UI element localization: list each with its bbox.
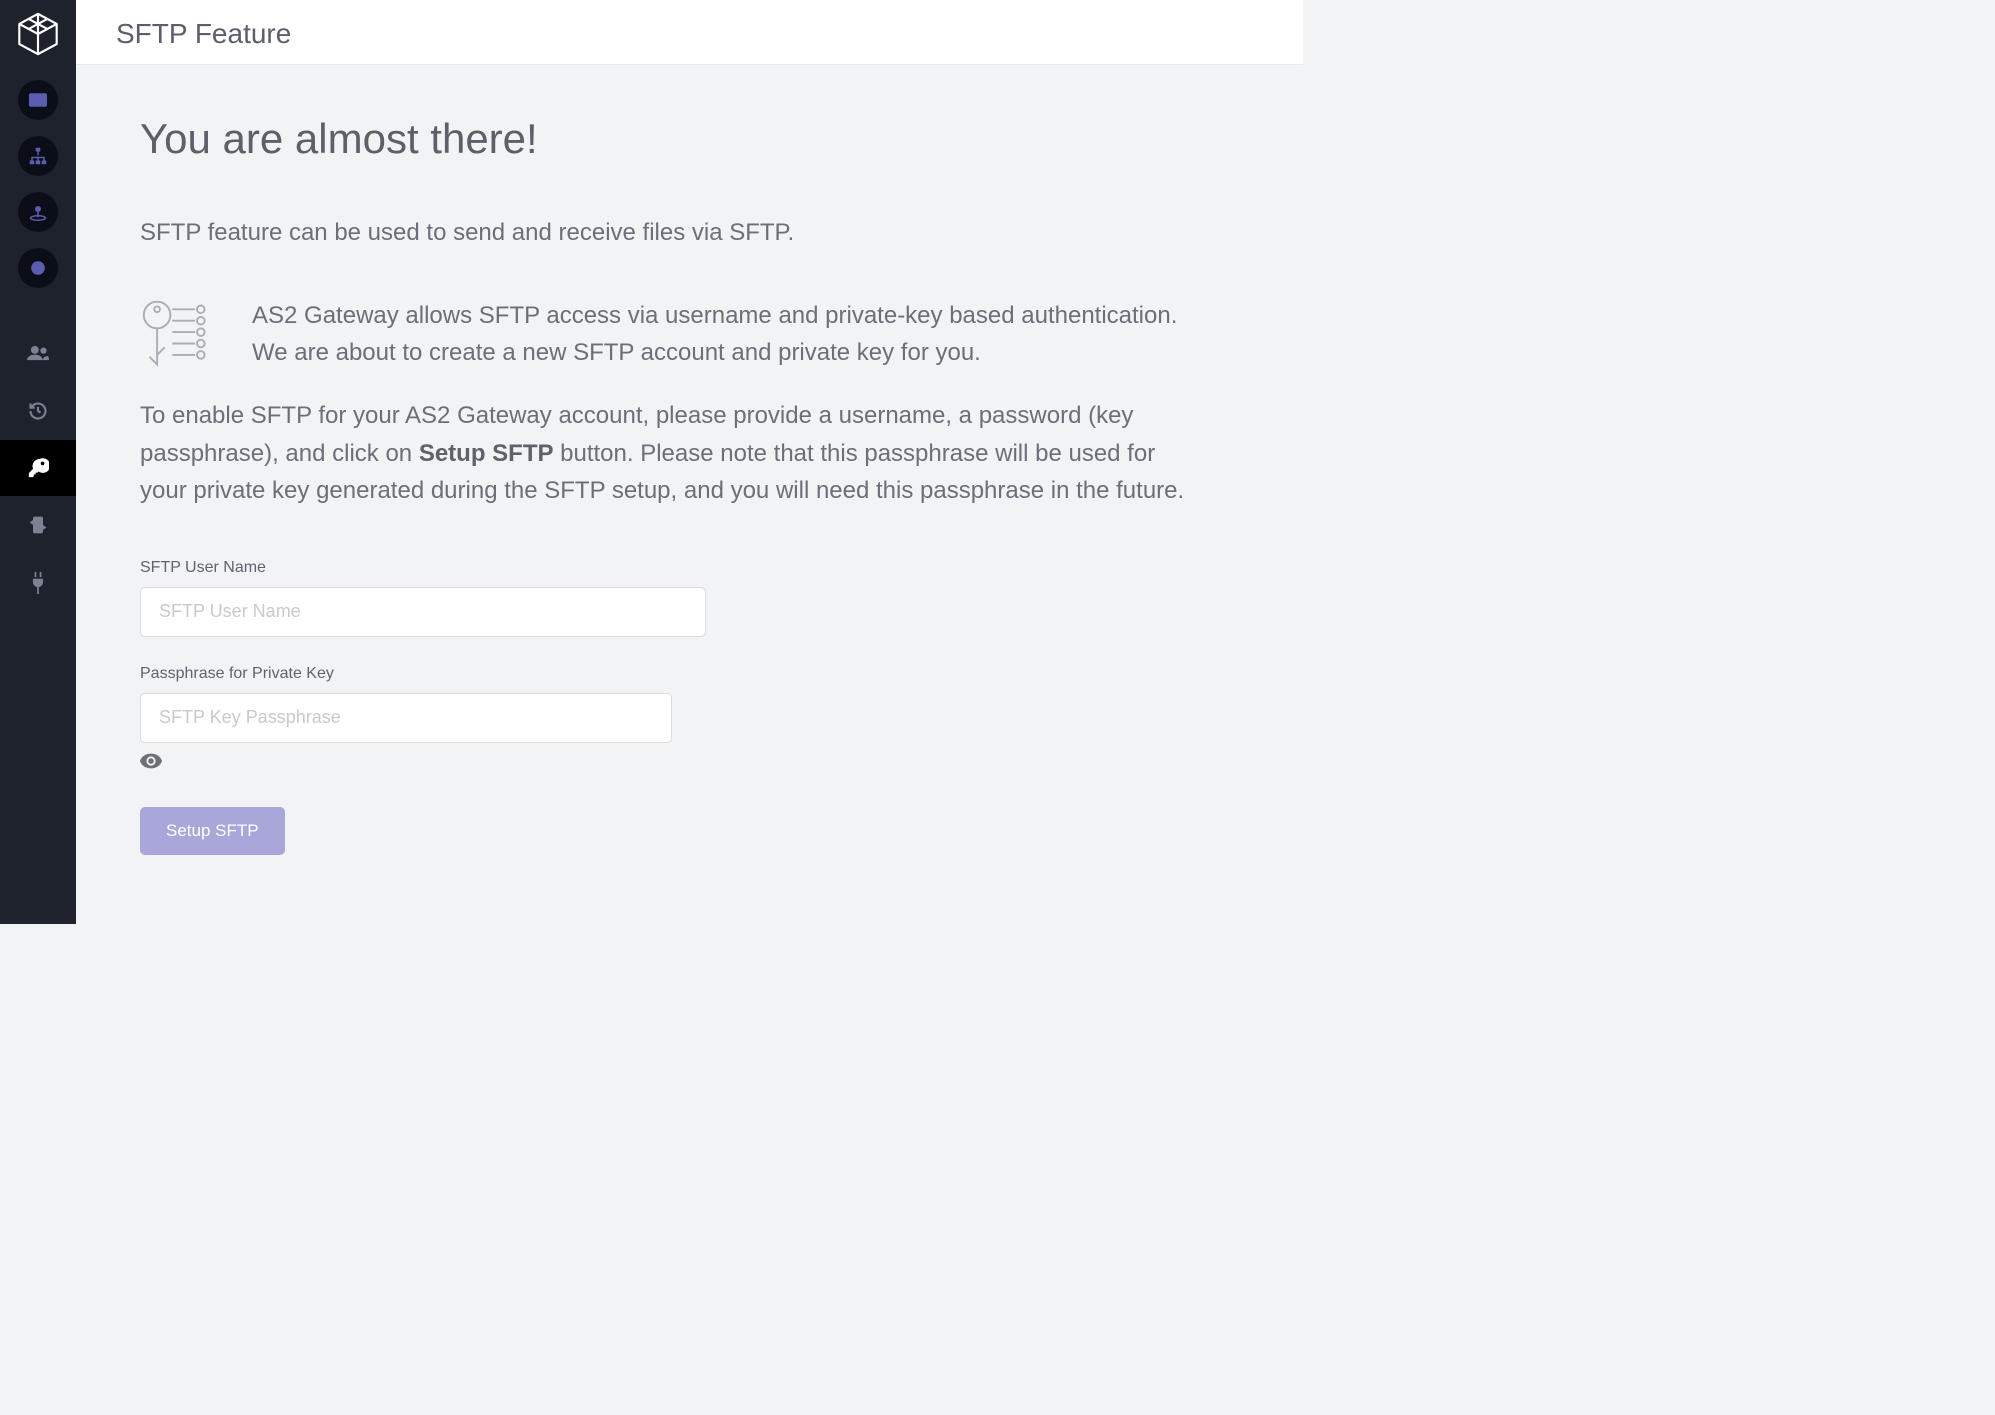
nav-plug[interactable]	[18, 563, 58, 603]
nav-exchange[interactable]	[18, 505, 58, 545]
info-paragraph-1: AS2 Gateway allows SFTP access via usern…	[252, 297, 1203, 371]
nav-users[interactable]	[18, 333, 58, 373]
sftp-username-input[interactable]	[140, 587, 706, 637]
nav-mail[interactable]	[18, 80, 58, 120]
nav-sitemap[interactable]	[18, 136, 58, 176]
passphrase-group: Passphrase for Private Key	[140, 665, 1203, 769]
username-label: SFTP User Name	[140, 559, 1203, 577]
app-logo	[14, 10, 62, 58]
info-paragraph-2: To enable SFTP for your AS2 Gateway acco…	[140, 397, 1203, 509]
nav-person-pin[interactable]	[18, 192, 58, 232]
info-block-1: AS2 Gateway allows SFTP access via usern…	[140, 297, 1203, 371]
page-header: SFTP Feature	[76, 0, 1303, 65]
sidebar	[0, 0, 76, 924]
setup-sftp-button[interactable]: Setup SFTP	[140, 807, 285, 855]
page-title: SFTP Feature	[116, 18, 1263, 50]
main-content: SFTP Feature You are almost there! SFTP …	[76, 0, 1303, 924]
nav-history[interactable]	[18, 391, 58, 431]
username-group: SFTP User Name	[140, 559, 1203, 637]
content-area: You are almost there! SFTP feature can b…	[76, 65, 1303, 895]
hero-heading: You are almost there!	[140, 115, 1203, 163]
lead-paragraph: SFTP feature can be used to send and rec…	[140, 219, 1203, 247]
nav-sftp-key[interactable]	[0, 440, 76, 496]
passphrase-label: Passphrase for Private Key	[140, 665, 1203, 683]
sftp-passphrase-input[interactable]	[140, 693, 672, 743]
toggle-password-visibility-icon[interactable]	[140, 753, 162, 769]
nav-certificate[interactable]	[18, 248, 58, 288]
key-circuit-icon	[140, 297, 216, 371]
